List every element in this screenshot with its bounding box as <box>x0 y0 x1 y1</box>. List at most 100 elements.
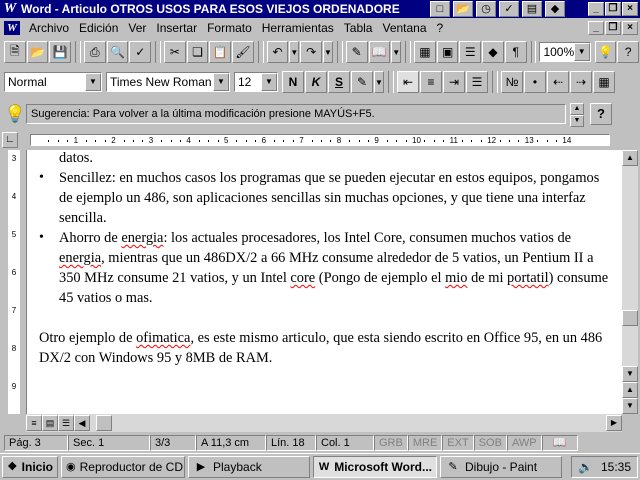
menu-tabla[interactable]: Tabla <box>339 21 378 35</box>
normal-view-icon[interactable]: ≡ <box>26 415 42 431</box>
print-icon[interactable]: ⎙ <box>84 41 106 63</box>
scroll-up-icon[interactable]: ▲ <box>622 150 638 166</box>
horizontal-scrollbar[interactable]: ≡ ▤ ☰ ◀ ▶ <box>26 414 622 432</box>
chevron-down-icon[interactable]: ▼ <box>261 73 277 91</box>
menu-herramientas[interactable]: Herramientas <box>257 21 339 35</box>
scroll-right-icon[interactable]: ▶ <box>606 415 622 431</box>
autoformat-icon[interactable]: ✎ <box>345 41 368 63</box>
copy-icon[interactable]: ❏ <box>186 41 209 63</box>
outline-view-icon[interactable]: ☰ <box>58 415 74 431</box>
page-layout-icon[interactable]: ▤ <box>42 415 58 431</box>
undo-icon[interactable]: ↶ <box>266 41 289 63</box>
minimize-button[interactable]: _ <box>588 2 604 16</box>
clock[interactable]: 15:35 <box>601 460 631 474</box>
font-select[interactable]: Times New Roman ▼ <box>106 72 230 92</box>
scroll-left-icon[interactable]: ◀ <box>74 415 90 431</box>
undo-dropdown-icon[interactable]: ▼ <box>289 41 300 63</box>
tab-stop-selector[interactable]: ∟ <box>2 132 18 148</box>
cut-icon[interactable]: ✂ <box>164 41 186 63</box>
columns-icon[interactable]: ☰ <box>459 41 482 63</box>
task-word[interactable]: W Microsoft Word... <box>313 456 437 478</box>
bullets-icon[interactable]: • <box>524 71 546 93</box>
bold-button[interactable]: N <box>282 71 304 93</box>
tip-down-icon[interactable]: ▼ <box>570 115 584 127</box>
doc-restore-button[interactable]: ❐ <box>605 21 621 35</box>
insert-address-dropdown-icon[interactable]: ▼ <box>391 41 402 63</box>
clock-icon[interactable]: ◷ <box>476 1 496 17</box>
mode-overtype[interactable]: SOB <box>473 435 507 451</box>
menu-insertar[interactable]: Insertar <box>151 21 202 35</box>
save-icon[interactable]: 💾 <box>49 41 72 63</box>
mode-extend[interactable]: EXT <box>442 435 474 451</box>
align-right-icon[interactable]: ⇥ <box>443 71 465 93</box>
menu-formato[interactable]: Formato <box>202 21 257 35</box>
volume-icon[interactable]: 🔊 <box>578 460 593 474</box>
tip-scroll[interactable]: ▲ ▼ <box>570 103 584 127</box>
chevron-down-icon[interactable]: ▼ <box>85 73 101 91</box>
word-app-icon[interactable]: W <box>2 1 18 17</box>
format-painter-icon[interactable]: 🖌 <box>232 41 254 63</box>
new-document-icon[interactable]: 🗎 <box>4 41 26 63</box>
vertical-scrollbar[interactable]: ▲ ▼ ▲ ▼ <box>622 150 638 414</box>
tip-up-icon[interactable]: ▲ <box>570 103 584 115</box>
open-folder-icon[interactable]: 📂 <box>453 1 473 17</box>
menu-edicion[interactable]: Edición <box>74 21 123 35</box>
chevron-down-icon[interactable]: ▼ <box>213 73 229 91</box>
restore-button[interactable]: ❐ <box>605 2 621 16</box>
insert-address-icon[interactable]: 📖 <box>368 41 391 63</box>
start-button[interactable]: ❖ Inicio <box>2 456 58 478</box>
ruler-scale[interactable]: 1 2 3 4 5 6 7 8 9 10 11 12 13 14 <box>30 134 610 146</box>
font-size-select[interactable]: 12 ▼ <box>234 72 278 92</box>
task-paint[interactable]: ✎ Dibujo - Paint <box>440 456 562 478</box>
decrease-indent-icon[interactable]: ⇠ <box>547 71 569 93</box>
underline-button[interactable]: S <box>328 71 350 93</box>
open-icon[interactable]: 📂 <box>26 41 49 63</box>
mode-wp[interactable]: AWP <box>506 435 542 451</box>
menu-ver[interactable]: Ver <box>123 21 151 35</box>
menu-ventana[interactable]: Ventana <box>377 21 431 35</box>
help-icon[interactable]: ? <box>617 41 640 63</box>
spelling-icon[interactable]: ✓ <box>129 41 152 63</box>
align-center-icon[interactable]: ≡ <box>420 71 442 93</box>
document-page[interactable]: datos. Sencillez: en muchos casos los pr… <box>26 150 622 414</box>
previous-page-icon[interactable]: ▲ <box>622 382 638 398</box>
close-button[interactable]: × <box>622 2 638 16</box>
task-cd-player[interactable]: ◉ Reproductor de CD <box>61 456 185 478</box>
spelling-status-icon[interactable]: 📖 <box>541 435 578 451</box>
numbering-icon[interactable]: № <box>501 71 523 93</box>
vertical-scroll-thumb[interactable] <box>622 310 638 326</box>
doc-close-button[interactable]: × <box>622 21 638 35</box>
chevron-down-icon[interactable]: ▼ <box>573 43 590 61</box>
redo-dropdown-icon[interactable]: ▼ <box>322 41 333 63</box>
menu-archivo[interactable]: Archivo <box>24 21 74 35</box>
align-left-icon[interactable]: ⇤ <box>397 71 419 93</box>
highlight-icon[interactable]: ✎ <box>351 71 373 93</box>
zoom-select[interactable]: 100% ▼ <box>539 42 591 62</box>
style-select[interactable]: Normal ▼ <box>4 72 102 92</box>
task-playback[interactable]: ▶ Playback <box>188 456 310 478</box>
mode-record[interactable]: GRB <box>374 435 408 451</box>
doc-minimize-button[interactable]: _ <box>588 21 604 35</box>
highlight-dropdown-icon[interactable]: ▼ <box>374 71 384 93</box>
paste-icon[interactable]: 📋 <box>209 41 232 63</box>
increase-indent-icon[interactable]: ⇢ <box>570 71 592 93</box>
document-icon[interactable]: W <box>4 21 20 35</box>
borders-icon[interactable]: ▦ <box>593 71 615 93</box>
insert-worksheet-icon[interactable]: ▣ <box>436 41 459 63</box>
tipwizard-icon[interactable]: 💡 <box>594 41 617 63</box>
justify-icon[interactable]: ☰ <box>466 71 488 93</box>
contacts-icon[interactable]: ▤ <box>522 1 542 17</box>
drawing-icon[interactable]: ◆ <box>482 41 504 63</box>
document-body[interactable]: datos. Sencillez: en muchos casos los pr… <box>39 150 611 368</box>
next-page-icon[interactable]: ▼ <box>622 398 638 414</box>
office-doc-icon[interactable]: □ <box>430 1 450 17</box>
menu-help[interactable]: ? <box>432 21 449 35</box>
show-hide-icon[interactable]: ¶ <box>504 41 527 63</box>
print-preview-icon[interactable]: 🔍 <box>106 41 129 63</box>
horizontal-scroll-thumb[interactable] <box>96 415 112 431</box>
italic-button[interactable]: K <box>305 71 327 93</box>
insert-table-icon[interactable]: ▦ <box>414 41 436 63</box>
redo-icon[interactable]: ↷ <box>300 41 322 63</box>
answer-wizard-icon[interactable]: ◆ <box>545 1 565 17</box>
tip-help-button[interactable]: ? <box>590 103 612 125</box>
